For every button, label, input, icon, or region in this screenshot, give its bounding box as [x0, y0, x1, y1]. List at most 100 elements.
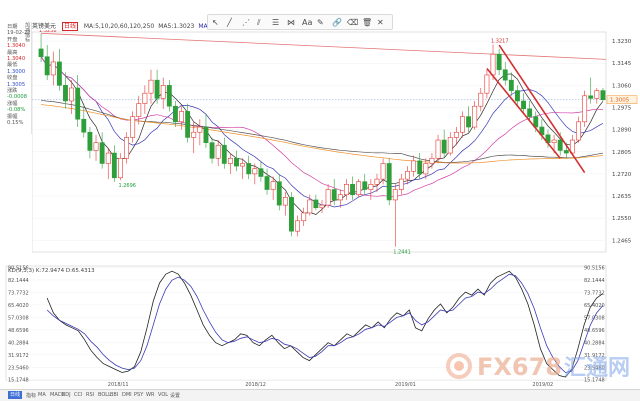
ray-tool-icon[interactable]: ⋰ — [242, 18, 250, 28]
candle-body — [429, 157, 435, 164]
candle-body — [75, 87, 81, 120]
candle-body — [234, 157, 239, 167]
candle-body — [264, 176, 270, 190]
candle-body — [154, 79, 160, 99]
candle-body — [185, 111, 191, 138]
candle-body — [392, 189, 398, 201]
indicator-tab[interactable]: 指标 — [26, 392, 36, 399]
candle-body — [87, 131, 93, 151]
candle-body — [374, 178, 380, 185]
candle[interactable] — [356, 179, 362, 198]
date-axis-label: 2018/12 — [245, 382, 266, 388]
candle-body — [478, 92, 484, 107]
kd-axis-label-left: 31.9172 — [8, 353, 29, 359]
kd-axis-label-right: 48.6596 — [584, 328, 605, 334]
candle-body — [197, 126, 203, 133]
kd-axis-label-right: 90.5156 — [584, 265, 605, 271]
text-tool-icon[interactable]: Aa — [302, 18, 312, 28]
kd-axis-label-left: 90.5156 — [8, 265, 29, 271]
indicator-tab[interactable]: BBI — [110, 392, 118, 398]
price-axis-label: 1.3060 — [612, 83, 632, 89]
candle-body — [295, 220, 301, 232]
candle-body — [69, 87, 75, 102]
candle-body — [362, 181, 368, 190]
quote-info-panel: 加减指标 日期 19-02-22 开盘 1.3040 最高 1.3040 最低 1.3000 收… — [0, 22, 32, 134]
indicator-tab[interactable]: 设置 — [170, 392, 180, 399]
candle-body — [527, 108, 533, 117]
candle-body — [93, 142, 99, 151]
candle-body — [325, 189, 331, 206]
link-icon[interactable]: 🔗 — [332, 18, 342, 28]
candle-body — [386, 163, 392, 201]
indicator-tab[interactable]: MA — [38, 392, 46, 398]
candle-body — [563, 150, 569, 154]
price-axis-label: 1.3230 — [612, 39, 632, 45]
fibonacci-tool-icon[interactable]: ☰ — [272, 18, 279, 28]
price-axis-label: 1.2465 — [612, 238, 632, 244]
indicator-tab[interactable]: CCI — [74, 392, 82, 398]
candle-body — [466, 116, 472, 128]
close-icon[interactable]: ✕ — [377, 18, 384, 28]
candle[interactable] — [289, 192, 294, 237]
kd-axis-label-left: 48.6596 — [8, 328, 29, 334]
pointer-icon[interactable]: ↖ — [212, 18, 219, 28]
candle-body — [460, 116, 465, 133]
candle-body — [368, 184, 374, 190]
candle-body — [423, 163, 429, 175]
tab-active-timeframe[interactable]: 日线 — [8, 391, 23, 399]
candle[interactable] — [582, 90, 588, 128]
price-axis-label: 1.2975 — [612, 106, 632, 112]
candle-body — [56, 61, 62, 86]
candle-body — [44, 56, 50, 76]
indicator-tab[interactable]: KDJ — [62, 392, 71, 398]
candle-body — [319, 204, 325, 209]
candle-body — [307, 199, 313, 214]
indicator-tab[interactable]: BOLL — [98, 392, 111, 398]
candle-body — [356, 181, 362, 196]
eraser-icon[interactable]: ⌫ — [347, 18, 358, 28]
kd-axis-label-right: 82.1444 — [584, 278, 605, 284]
candle-body — [270, 181, 276, 190]
candle-body — [160, 85, 166, 99]
candle-body — [166, 85, 172, 107]
candle-body — [508, 79, 514, 91]
indicator-tab[interactable]: DMI — [122, 392, 132, 398]
chart-window: 加减指标 日期 19-02-22 开盘 1.3040 最高 1.3040 最低 1.3000 收… — [0, 0, 640, 401]
candle-body — [148, 79, 154, 94]
line-tool-icon[interactable]: ╱ — [227, 18, 232, 28]
indicator-tab[interactable]: WR — [146, 392, 154, 398]
candle-body — [398, 178, 404, 190]
price-chart[interactable]: 1.2465 1.2550 1.2635 1.2720 1.2805 1.2890 1.29… — [32, 30, 640, 256]
price-axis-label: 1.2550 — [612, 216, 632, 222]
watermark-subtext: 汇通网 — [564, 356, 630, 381]
kd-axis-label-left: 57.0308 — [8, 315, 29, 321]
candle-body — [227, 157, 233, 164]
indicator-tab[interactable]: RSI — [86, 392, 94, 398]
price-axis-label: 1.2635 — [612, 194, 632, 200]
price-axis-label: 1.3145 — [612, 61, 632, 67]
watermark-brand: FX678 — [477, 353, 562, 381]
kd-axis-label-right: 73.7732 — [584, 290, 605, 296]
pattern-tool-icon[interactable]: ⋈ — [287, 18, 295, 28]
candle-body — [252, 168, 258, 175]
price-annotation: 1.2441 — [393, 250, 411, 256]
candle-body — [136, 103, 142, 117]
indicator-tab-bar: 日线 指标 MA MACD KDJ CCI RSI BOLL BBI DMI PSY WR VOL 设置 — [0, 389, 640, 401]
candle-body — [502, 69, 508, 81]
ma-legend-item: MA:5,10,20,60,120,250 — [83, 23, 155, 30]
channel-tool-icon[interactable]: ⫽ — [257, 18, 261, 28]
trash-icon[interactable]: 🗑 — [362, 18, 372, 28]
kd-axis-label-left: 15.1748 — [8, 378, 29, 384]
candle-body — [240, 163, 246, 167]
ma-legend-item: MA5:1.3023 — [158, 23, 195, 30]
candle-body — [447, 137, 453, 154]
indicator-tab[interactable]: VOL — [158, 392, 168, 398]
candle-body — [472, 105, 478, 128]
price-axis-label: 1.2720 — [612, 172, 632, 178]
candle[interactable] — [386, 158, 392, 206]
kd-axis-label-left: 65.4020 — [8, 303, 29, 309]
indicator-tab[interactable]: PSY — [134, 392, 143, 398]
candle-body — [111, 152, 117, 179]
candle-body — [81, 118, 87, 133]
pencil-icon[interactable]: ✎ — [317, 18, 324, 28]
